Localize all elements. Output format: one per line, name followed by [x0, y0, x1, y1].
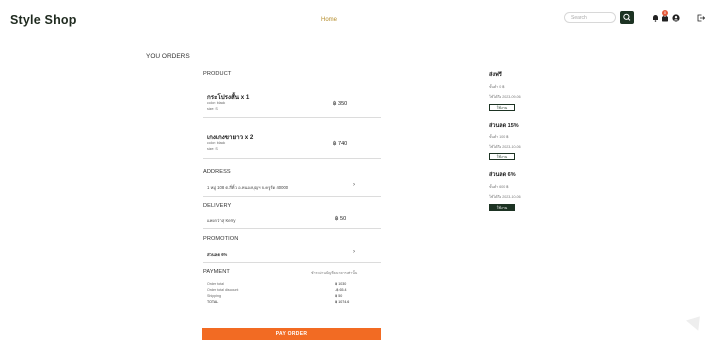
promotion-section-title: PROMOTION [203, 236, 239, 242]
coupon-title: ส่งฟรี [489, 72, 502, 78]
promotion-value[interactable]: ส่วนลด 6% [207, 251, 227, 258]
coupon-min: ขั้นต่ำ 100 ฿ [489, 135, 509, 139]
product-section-title: PRODUCT [203, 71, 232, 77]
delivery-price: ฿ 50 [335, 216, 347, 222]
search-icon [623, 13, 631, 21]
chevron-right-icon[interactable]: › [353, 182, 355, 188]
search-input[interactable]: Search [564, 12, 616, 23]
product-price: ฿ 350 [333, 101, 348, 107]
brand-logo[interactable]: Style Shop [10, 13, 77, 27]
payment-total-value: ฿ 1074.6 [335, 300, 350, 304]
coupon-expire: ใช้ได้ถึง 2023-09-06 [489, 95, 521, 99]
address-section-title: ADDRESS [203, 169, 231, 175]
payment-total-label: TOTAL [207, 300, 219, 304]
coupon-min: ขั้นต่ำ 600 ฿ [489, 185, 509, 189]
logout-icon[interactable] [697, 14, 706, 24]
nav-home-link[interactable]: Home [321, 17, 337, 23]
decorative-corner-shape [686, 311, 706, 331]
chevron-right-icon[interactable]: › [353, 249, 355, 255]
product-size: size: S [207, 107, 218, 111]
coupon-min: ขั้นต่ำ 0 ฿ [489, 85, 505, 89]
user-icon[interactable] [672, 14, 680, 24]
payment-method-note: ชำระผ่านบัญชีธนาคารเท่านั้น [311, 271, 358, 275]
divider [203, 117, 381, 118]
cart-count-badge: 0 [662, 10, 668, 16]
bell-icon[interactable] [652, 14, 659, 24]
search-button[interactable] [620, 11, 634, 24]
address-value[interactable]: 1 หมู่ 108 ต.สี่คิ้ว อ.หนองบุญฯ จ.ครูรัด… [207, 184, 288, 191]
divider [203, 228, 381, 229]
use-coupon-button[interactable]: ใช้งาน [489, 104, 515, 111]
page-title: YOU ORDERS [146, 53, 190, 60]
pay-order-button[interactable]: PAY ORDER [202, 328, 381, 340]
divider [203, 262, 381, 263]
payment-section-title: PAYMENT [203, 269, 230, 275]
product-size: size: S [207, 147, 218, 151]
use-coupon-button-active[interactable]: ใช้งาน [489, 204, 515, 211]
coupon-expire: ใช้ได้ถึง 2023-10-06 [489, 195, 521, 199]
divider [203, 196, 381, 197]
coupon-title: ส่วนลด 6% [489, 172, 516, 178]
product-price: ฿ 740 [333, 141, 348, 147]
use-coupon-button[interactable]: ใช้งาน [489, 153, 515, 160]
coupon-expire: ใช้ได้ถึง 2023-10-06 [489, 145, 521, 149]
coupon-title: ส่วนลด 15% [489, 123, 519, 129]
divider [203, 158, 381, 159]
delivery-section-title: DELIVERY [203, 203, 232, 209]
delivery-method[interactable]: แพงกว่าสุ Kerry [207, 217, 235, 224]
